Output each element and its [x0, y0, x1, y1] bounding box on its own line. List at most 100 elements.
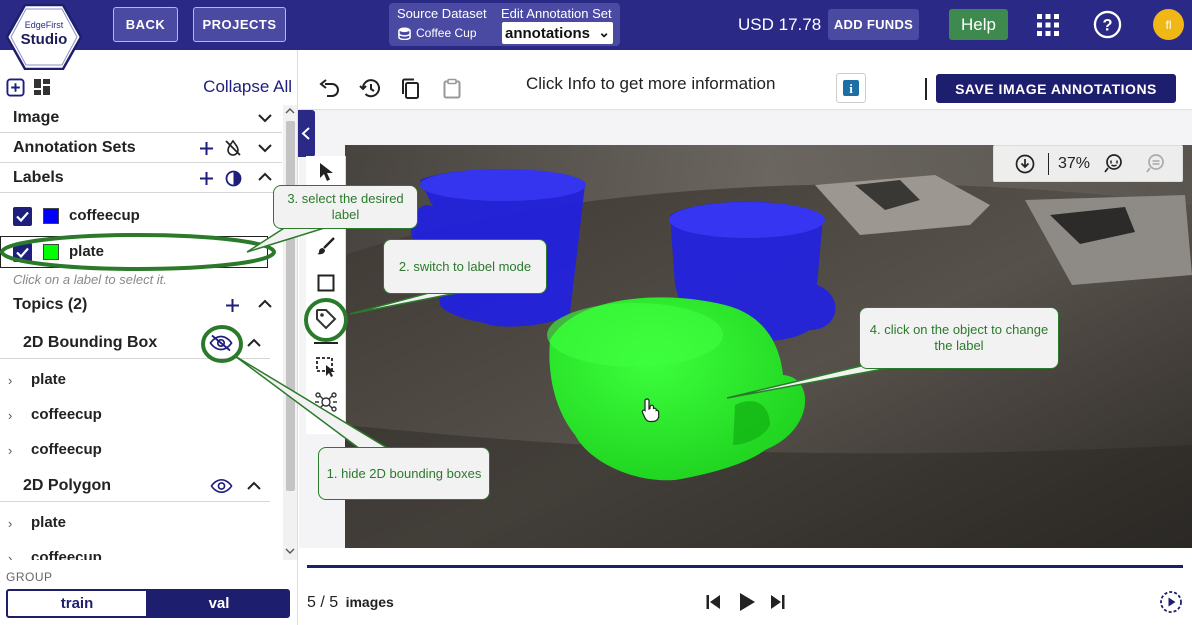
pointer-icon[interactable] — [318, 162, 334, 182]
auto-segment-icon[interactable] — [314, 391, 338, 413]
back-button[interactable]: BACK — [113, 7, 178, 42]
chevron-right-icon[interactable]: › — [8, 408, 12, 423]
scroll-down-icon[interactable] — [285, 548, 295, 555]
section-image[interactable]: Image — [0, 103, 282, 133]
topic-item[interactable]: › coffeecup — [0, 434, 282, 468]
plus-icon[interactable] — [199, 141, 214, 156]
chevron-left-icon — [301, 127, 310, 140]
chevron-down-icon[interactable] — [258, 143, 272, 153]
group-val-button[interactable]: val — [148, 589, 290, 618]
chevron-right-icon[interactable]: › — [8, 516, 12, 531]
visibility-off-icon[interactable] — [224, 139, 242, 157]
scroll-up-icon[interactable] — [285, 107, 295, 114]
chevron-right-icon[interactable]: › — [8, 443, 12, 458]
logo-text-bottom: Studio — [20, 31, 68, 48]
topic-title: 2D Bounding Box — [23, 334, 158, 351]
apps-grid-icon[interactable] — [1036, 13, 1060, 37]
image-progress-bar[interactable] — [307, 565, 1183, 568]
eye-off-icon[interactable] — [209, 334, 233, 352]
zoom-divider — [1048, 153, 1049, 175]
save-annotations-button[interactable]: SAVE IMAGE ANNOTATIONS — [936, 74, 1176, 103]
info-message: Click Info to get more information — [526, 74, 776, 93]
section-annotation-sets[interactable]: Annotation Sets — [0, 133, 282, 163]
chevron-up-icon[interactable] — [247, 481, 261, 491]
contrast-icon[interactable] — [225, 170, 242, 187]
zoom-out-icon[interactable] — [1145, 153, 1167, 174]
label-row-plate[interactable]: plate — [0, 236, 268, 268]
add-funds-button[interactable]: ADD FUNDS — [828, 9, 919, 40]
chevron-up-icon[interactable] — [247, 338, 261, 348]
topic-item[interactable]: › plate — [0, 507, 282, 541]
section-labels[interactable]: Labels — [0, 163, 282, 193]
label-tag-icon[interactable] — [315, 308, 337, 330]
label-row-coffeecup[interactable]: coffeecup — [0, 200, 282, 232]
copy-icon[interactable] — [401, 78, 420, 100]
undo-icon[interactable] — [318, 79, 340, 98]
label-color-swatch — [43, 208, 59, 224]
brush-icon[interactable] — [316, 236, 336, 256]
counter-value: 5 / 5 — [307, 594, 339, 611]
collapse-all-button[interactable]: Collapse All — [203, 77, 292, 97]
info-icon: i — [843, 80, 859, 96]
chevron-right-icon[interactable]: › — [8, 373, 12, 388]
sidebar-scrollbar-thumb[interactable] — [286, 121, 295, 491]
dataset-panel: Source Dataset Edit Annotation Set Coffe… — [389, 3, 620, 46]
help-circle-icon[interactable]: ? — [1093, 10, 1122, 39]
dashboard-icon[interactable] — [33, 78, 51, 96]
group-train-button[interactable]: train — [6, 589, 148, 618]
autoplay-icon[interactable] — [1159, 590, 1183, 614]
topic-2d-polygon[interactable]: 2D Polygon — [0, 470, 270, 502]
chevron-up-icon[interactable] — [258, 172, 272, 182]
counter-unit: images — [345, 594, 394, 610]
download-icon[interactable] — [1015, 154, 1035, 174]
collapse-sidebar-button[interactable] — [298, 110, 315, 157]
projects-button[interactable]: PROJECTS — [193, 7, 286, 42]
plus-icon[interactable] — [199, 171, 214, 186]
play-icon[interactable] — [738, 592, 756, 612]
callout-hide-bbox: 1. hide 2D bounding boxes — [318, 447, 490, 500]
section-title: Topics (2) — [13, 296, 88, 313]
select-area-icon[interactable] — [315, 356, 337, 378]
skip-previous-icon[interactable] — [705, 594, 721, 610]
callout-select-label: 3. select the desired label — [273, 185, 418, 229]
plus-icon[interactable] — [225, 298, 240, 313]
section-topics[interactable]: Topics (2) — [0, 290, 282, 320]
topic-item-label: plate — [31, 371, 67, 388]
check-icon — [16, 247, 29, 259]
label-checkbox[interactable] — [13, 243, 32, 262]
skip-next-icon[interactable] — [770, 594, 786, 610]
studio-logo[interactable]: EdgeFirst Studio — [6, 4, 82, 70]
topic-item-label: plate — [31, 514, 67, 531]
topic-item[interactable]: › coffeecup — [0, 542, 282, 560]
label-hint: Click on a label to select it. — [13, 272, 167, 287]
rectangle-icon[interactable] — [317, 274, 335, 292]
chevron-right-icon[interactable]: › — [8, 551, 12, 560]
paste-icon[interactable] — [443, 78, 461, 99]
source-dataset-name: Coffee Cup — [416, 26, 477, 40]
svg-text:i: i — [849, 81, 853, 96]
database-icon — [398, 26, 411, 40]
callout-click-object: 4. click on the object to change the lab… — [859, 307, 1059, 369]
topic-2d-bounding-box[interactable]: 2D Bounding Box — [0, 327, 270, 359]
logo-text-top: EdgeFirst — [24, 20, 64, 30]
help-button[interactable]: Help — [949, 9, 1008, 40]
history-icon[interactable] — [359, 78, 381, 99]
topic-item[interactable]: › plate — [0, 364, 282, 398]
annotation-set-select[interactable]: annotations ⌄ — [502, 22, 613, 44]
topic-item-label: coffeecup — [31, 406, 102, 423]
chevron-up-icon[interactable] — [258, 299, 272, 309]
add-square-icon[interactable] — [6, 78, 25, 97]
topic-item[interactable]: › coffeecup — [0, 399, 282, 433]
group-label: GROUP — [6, 570, 53, 584]
annotation-set-label: Edit Annotation Set — [501, 6, 612, 21]
label-checkbox[interactable] — [13, 207, 32, 226]
eye-icon[interactable] — [210, 478, 233, 494]
zoom-in-icon[interactable] — [1103, 153, 1125, 174]
user-avatar[interactable]: fl — [1153, 9, 1184, 40]
info-button[interactable]: i — [836, 73, 866, 103]
check-icon — [16, 211, 29, 223]
chevron-down-icon[interactable] — [258, 113, 272, 123]
section-title: Image — [13, 109, 60, 126]
section-title: Labels — [13, 169, 64, 186]
source-dataset-value[interactable]: Coffee Cup — [398, 26, 477, 40]
